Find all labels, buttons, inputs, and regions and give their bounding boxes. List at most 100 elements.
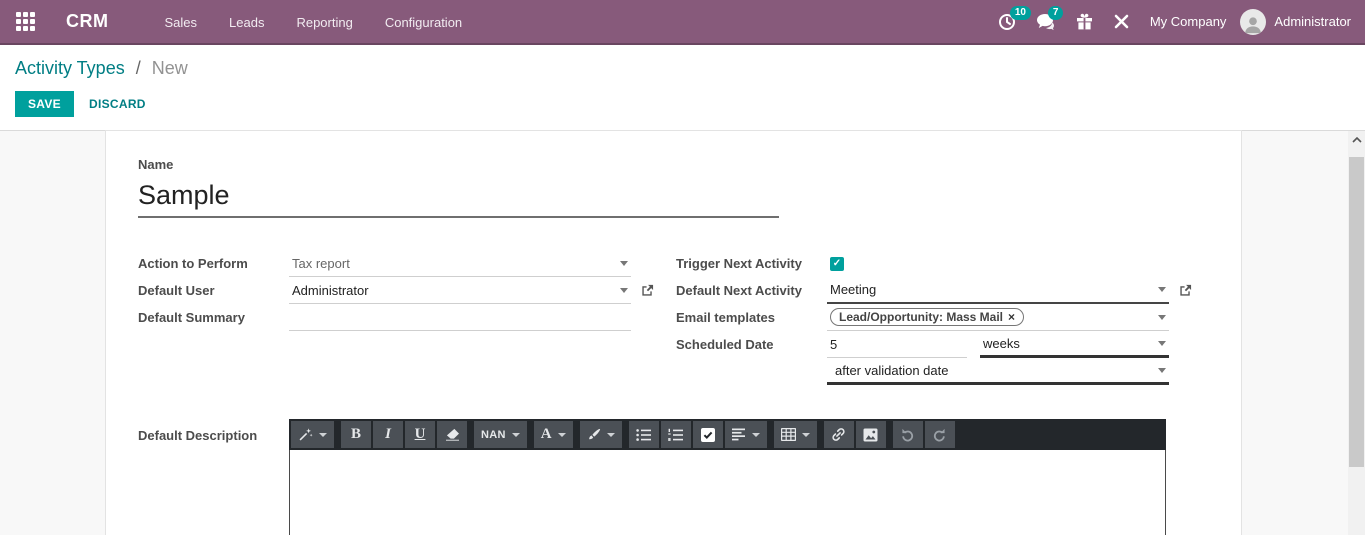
- gift-button[interactable]: [1066, 0, 1103, 43]
- table-icon: [781, 428, 796, 441]
- main-menu: Sales Leads Reporting Configuration: [149, 0, 479, 43]
- image-button[interactable]: [856, 421, 886, 448]
- breadcrumb-current: New: [152, 58, 188, 78]
- align-dropdown-button[interactable]: [725, 421, 767, 448]
- underline-button[interactable]: U: [405, 421, 435, 448]
- default-user-row: Default User Administrator: [138, 277, 661, 304]
- chevron-down-icon: [1158, 341, 1166, 346]
- company-switcher[interactable]: My Company: [1150, 14, 1227, 29]
- gift-icon: [1076, 13, 1093, 30]
- action-to-perform-select[interactable]: Tax report: [289, 250, 631, 277]
- redo-button[interactable]: [925, 421, 955, 448]
- scheduled-date-number-wrap: [827, 331, 967, 358]
- link-icon: [831, 427, 846, 442]
- trigger-next-activity-wrap: ✓: [827, 250, 1169, 277]
- scheduled-date-unit-select[interactable]: weeks: [980, 331, 1169, 358]
- content-area: Name Action to Perform Tax report Defaul…: [0, 130, 1365, 535]
- scheduled-date-fields: weeks: [827, 331, 1169, 358]
- form-sheet: Name Action to Perform Tax report Defaul…: [105, 130, 1242, 535]
- default-summary-input[interactable]: [292, 304, 628, 330]
- trigger-next-activity-checkbox[interactable]: ✓: [830, 257, 844, 271]
- discard-button[interactable]: DISCARD: [89, 97, 146, 111]
- default-next-activity-label: Default Next Activity: [676, 283, 827, 298]
- default-description-label: Default Description: [138, 419, 289, 535]
- checkmark-icon: ✓: [833, 258, 841, 269]
- delay-from-value: after validation date: [835, 363, 948, 378]
- breadcrumb-activity-types[interactable]: Activity Types: [15, 58, 125, 78]
- description-editable-area[interactable]: [289, 450, 1166, 535]
- email-templates-field[interactable]: Lead/Opportunity: Mass Mail ×: [827, 304, 1169, 331]
- action-to-perform-row: Action to Perform Tax report: [138, 250, 661, 277]
- email-template-tag[interactable]: Lead/Opportunity: Mass Mail ×: [830, 308, 1024, 326]
- rich-text-editor: B I U NAN: [289, 419, 1166, 535]
- default-next-activity-select[interactable]: Meeting: [827, 277, 1169, 304]
- scheduled-date-unit-value: weeks: [983, 336, 1020, 351]
- email-template-tag-label: Lead/Opportunity: Mass Mail: [839, 310, 1003, 324]
- crm-activity-type-form-page: CRM Sales Leads Reporting Configuration …: [0, 0, 1365, 535]
- tools-button[interactable]: [1103, 0, 1140, 43]
- app-brand[interactable]: CRM: [66, 11, 109, 32]
- default-user-label: Default User: [138, 283, 289, 298]
- chevron-down-icon: [620, 261, 628, 266]
- name-input[interactable]: [138, 180, 779, 218]
- magic-wand-icon: [298, 427, 313, 442]
- action-to-perform-value: Tax report: [292, 256, 350, 271]
- field-columns: Action to Perform Tax report Default Use…: [138, 250, 1241, 385]
- external-link-icon[interactable]: [641, 284, 654, 297]
- chevron-down-icon: [1158, 368, 1166, 373]
- delay-from-row: after validation date: [676, 358, 1196, 385]
- apps-menu-button[interactable]: [14, 11, 36, 33]
- vertical-scrollbar[interactable]: [1348, 131, 1365, 535]
- link-button[interactable]: [824, 421, 854, 448]
- save-button[interactable]: SAVE: [15, 91, 74, 117]
- breadcrumb-separator: /: [136, 58, 141, 78]
- chevron-down-icon: [752, 433, 760, 437]
- checklist-button[interactable]: [693, 421, 723, 448]
- menu-reporting[interactable]: Reporting: [280, 0, 368, 43]
- font-color-dropdown-button[interactable]: A: [534, 421, 573, 448]
- style-dropdown-button[interactable]: [291, 421, 334, 448]
- default-next-activity-value: Meeting: [830, 282, 876, 297]
- chevron-down-icon: [1158, 315, 1166, 320]
- activities-button[interactable]: 10: [988, 0, 1026, 43]
- scheduled-date-label: Scheduled Date: [676, 337, 827, 352]
- ordered-list-button[interactable]: [661, 421, 691, 448]
- paintbrush-icon: [587, 428, 601, 442]
- menu-configuration[interactable]: Configuration: [369, 0, 478, 43]
- scheduled-date-row: Scheduled Date weeks: [676, 331, 1196, 358]
- menu-sales[interactable]: Sales: [149, 0, 214, 43]
- trigger-next-activity-row: Trigger Next Activity ✓: [676, 250, 1196, 277]
- delay-from-select[interactable]: after validation date: [827, 358, 1169, 385]
- top-navbar: CRM Sales Leads Reporting Configuration …: [0, 0, 1365, 45]
- italic-button[interactable]: I: [373, 421, 403, 448]
- external-link-icon[interactable]: [1179, 284, 1192, 297]
- breadcrumb: Activity Types / New: [15, 58, 1365, 79]
- font-color-letter: A: [541, 426, 552, 443]
- chevron-down-icon: [1158, 287, 1166, 292]
- editor-toolbar: B I U NAN: [289, 419, 1166, 450]
- default-summary-row: Default Summary: [138, 304, 661, 331]
- remove-tag-icon[interactable]: ×: [1008, 311, 1015, 323]
- table-dropdown-button[interactable]: [774, 421, 817, 448]
- eraser-button[interactable]: [437, 421, 467, 448]
- navbar-right: 10 7 My Company: [988, 0, 1365, 43]
- scrollbar-thumb[interactable]: [1349, 157, 1364, 467]
- default-description-row: Default Description B I: [138, 419, 1241, 535]
- scroll-up-arrow-icon[interactable]: [1348, 131, 1365, 149]
- menu-leads[interactable]: Leads: [213, 0, 280, 43]
- chevron-down-icon: [802, 433, 810, 437]
- bold-button[interactable]: B: [341, 421, 371, 448]
- left-column: Action to Perform Tax report Default Use…: [138, 250, 661, 385]
- checklist-icon: [701, 428, 715, 442]
- scheduled-date-number-input[interactable]: [830, 331, 964, 357]
- action-to-perform-label: Action to Perform: [138, 256, 289, 271]
- unordered-list-button[interactable]: [629, 421, 659, 448]
- user-avatar: [1240, 9, 1266, 35]
- highlight-dropdown-button[interactable]: [580, 421, 622, 448]
- undo-button[interactable]: [893, 421, 923, 448]
- default-user-select[interactable]: Administrator: [289, 277, 631, 304]
- user-menu[interactable]: Administrator: [1240, 9, 1351, 35]
- tools-icon: [1113, 13, 1130, 30]
- font-size-dropdown-button[interactable]: NAN: [474, 421, 527, 448]
- messages-button[interactable]: 7: [1026, 0, 1066, 43]
